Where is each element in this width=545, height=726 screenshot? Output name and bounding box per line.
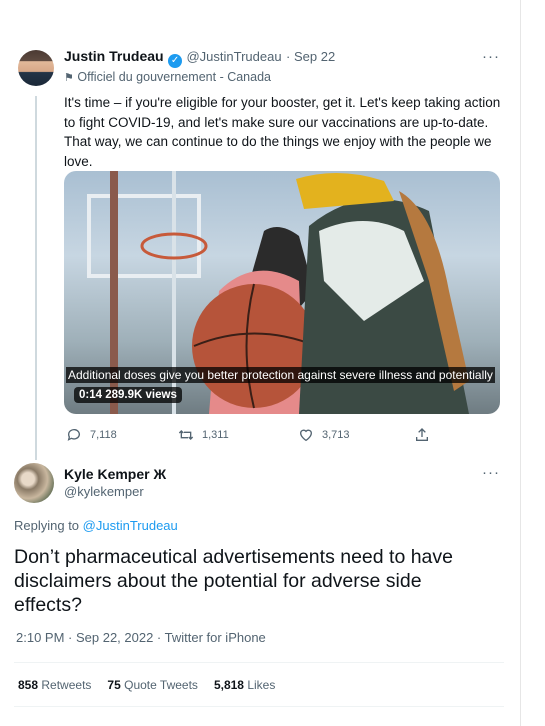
tweet-header: Justin Trudeau ✓ @JustinTrudeau · Sep 22	[64, 48, 335, 68]
thread-connector-line	[35, 96, 37, 460]
video-views: 289.9K views	[105, 389, 177, 401]
retweets-stat[interactable]: 858 Retweets	[18, 678, 91, 692]
retweet-icon	[178, 430, 194, 440]
like-count: 3,713	[322, 429, 350, 441]
likes-stat-count: 5,818	[213, 678, 244, 692]
more-options-icon[interactable]: ···	[482, 48, 500, 65]
heart-icon	[299, 429, 313, 442]
reply-more-options-icon[interactable]: ···	[482, 464, 500, 481]
stats-top-divider	[14, 662, 504, 663]
tweet-date[interactable]: · Sep 22	[286, 49, 335, 64]
basketball-shape	[192, 284, 316, 408]
reply-stats: 858 Retweets 75 Quote Tweets 5,818 Likes	[18, 678, 275, 692]
retweets-stat-label: Retweets	[41, 678, 92, 692]
stats-bottom-divider	[14, 706, 504, 707]
reply-action[interactable]: 7,118	[66, 427, 117, 443]
likes-stat[interactable]: 5,818 Likes	[214, 678, 275, 692]
tweet-thread: Justin Trudeau ✓ @JustinTrudeau · Sep 22…	[0, 0, 521, 726]
tweet-text: It's time – if you're eligible for your …	[64, 95, 501, 169]
reply-icon	[67, 429, 80, 441]
reply-timestamp-source[interactable]: 2:10 PM · Sep 22, 2022 · Twitter for iPh…	[16, 630, 266, 645]
like-action[interactable]: 3,713	[298, 427, 350, 443]
government-label: ⚑ Officiel du gouvernement - Canada	[64, 70, 271, 84]
quote-tweets-stat-label: Quote Tweets	[124, 678, 198, 692]
reply-author-handle[interactable]: @kylekemper	[64, 484, 144, 499]
tweet-video[interactable]: Additional doses give you better protect…	[64, 171, 500, 414]
replying-to-link[interactable]: @JustinTrudeau	[83, 518, 178, 533]
reply-author-name[interactable]: Kyle Kemper Ж	[64, 466, 166, 482]
video-caption: Additional doses give you better protect…	[66, 367, 495, 383]
kemper-avatar[interactable]	[14, 463, 54, 503]
quote-tweets-stat[interactable]: 75 Quote Tweets	[107, 678, 198, 692]
trudeau-avatar[interactable]	[18, 50, 54, 86]
backboard-shape	[87, 194, 201, 278]
replying-to-prefix: Replying to	[14, 518, 80, 533]
verified-badge-icon: ✓	[168, 54, 183, 68]
video-duration-views: 0:14 289.9K views	[74, 387, 182, 403]
share-action[interactable]	[414, 427, 430, 443]
retweet-action[interactable]: 1,311	[178, 427, 229, 443]
share-icon	[416, 428, 428, 441]
retweets-stat-count: 858	[18, 678, 39, 692]
replying-to-line: Replying to @JustinTrudeau	[14, 518, 178, 533]
retweet-count: 1,311	[202, 429, 229, 441]
likes-stat-label: Likes	[247, 678, 276, 692]
reply-count: 7,118	[90, 429, 117, 441]
author-name[interactable]: Justin Trudeau	[64, 48, 164, 64]
video-duration: 0:14	[79, 389, 103, 401]
reply-text: Don’t pharmaceutical advertisements need…	[14, 546, 453, 616]
quote-tweets-stat-count: 75	[107, 678, 121, 692]
government-label-text: Officiel du gouvernement - Canada	[77, 70, 271, 84]
author-handle[interactable]: @JustinTrudeau	[186, 49, 281, 64]
flag-icon: ⚑	[64, 72, 74, 84]
